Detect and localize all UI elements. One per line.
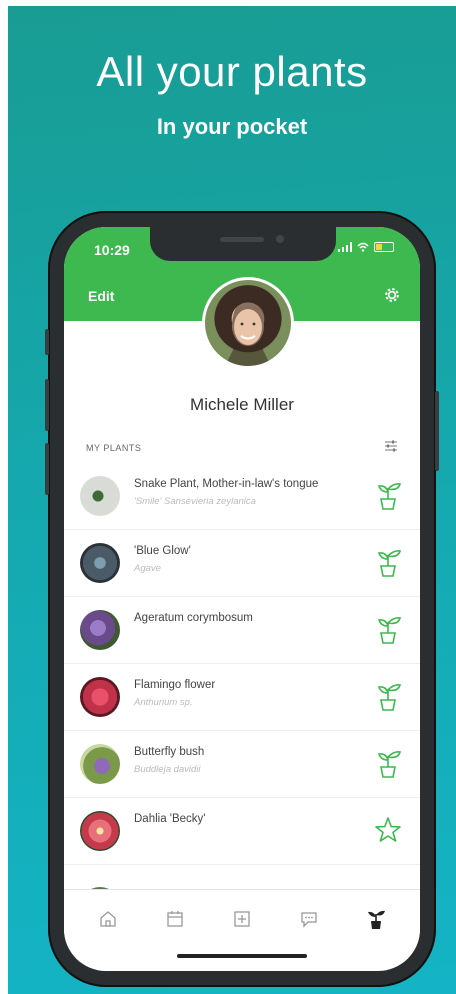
potted-plant-icon[interactable] — [374, 479, 402, 511]
plant-name: Flamingo flower — [134, 679, 216, 691]
list-item[interactable]: Ageratum corymbosum — [64, 597, 420, 664]
calendar-icon — [167, 910, 183, 927]
add-icon — [234, 910, 250, 927]
tab-bar — [64, 889, 420, 947]
volume-up-button — [45, 379, 49, 431]
profile-name: Michele Miller — [190, 395, 294, 414]
avatar-photo — [225, 299, 271, 366]
plant-scientific-name: Agave — [134, 563, 161, 574]
plant-scientific-name: 'Smile' Sansevieria zeylanica — [134, 496, 256, 507]
home-indicator — [177, 954, 307, 958]
tab-messages[interactable] — [297, 907, 321, 931]
plant-name: Dahlia 'Becky' — [134, 813, 206, 825]
list-item[interactable]: 'Blue Glow' Agave — [64, 530, 420, 597]
plant-name: Butterfly bush — [134, 746, 205, 758]
plant-icon — [368, 910, 386, 929]
phone-notch — [150, 227, 336, 261]
potted-plant-icon[interactable] — [374, 613, 402, 645]
tab-my-plants[interactable] — [364, 907, 388, 931]
plant-thumbnail — [80, 677, 120, 717]
tab-add[interactable] — [230, 907, 254, 931]
list-item[interactable]: Snake Plant, Mother-in-law's tongue 'Smi… — [64, 463, 420, 530]
plant-name: Ageratum corymbosum — [134, 612, 253, 624]
plant-list: Snake Plant, Mother-in-law's tongue 'Smi… — [64, 463, 420, 931]
volume-down-button — [45, 443, 49, 495]
plant-name: Snake Plant, Mother-in-law's tongue — [134, 478, 319, 490]
home-icon — [99, 910, 116, 927]
list-item[interactable]: Butterfly bush Buddleja davidii — [64, 731, 420, 798]
filter-sliders-icon[interactable] — [384, 439, 398, 453]
mute-switch — [45, 329, 49, 355]
plant-name: 'Blue Glow' — [134, 545, 191, 557]
potted-plant-icon[interactable] — [374, 680, 402, 712]
gear-icon[interactable] — [382, 285, 402, 305]
promo-headline: All your plants — [96, 48, 368, 95]
plant-thumbnail — [80, 744, 120, 784]
plant-scientific-name: Anthurium sp. — [134, 697, 193, 708]
phone-frame: 10:29 Edit Michele Miller MY PLANTS Snak… — [45, 211, 439, 987]
tab-calendar[interactable] — [163, 907, 187, 931]
status-icons — [338, 242, 394, 252]
list-item[interactable]: Flamingo flower Anthurium sp. — [64, 664, 420, 731]
potted-plant-icon[interactable] — [374, 747, 402, 779]
chat-icon — [301, 911, 317, 928]
front-camera — [276, 235, 284, 243]
promo-background: All your plants In your pocket 10:29 Edi… — [8, 6, 456, 994]
app-screen: 10:29 Edit Michele Miller MY PLANTS Snak… — [64, 227, 420, 971]
battery-icon — [374, 242, 394, 252]
plant-thumbnail — [80, 476, 120, 516]
wifi-icon — [357, 242, 369, 252]
status-time: 10:29 — [94, 242, 130, 258]
potted-plant-icon[interactable] — [374, 546, 402, 578]
list-item[interactable]: Dahlia 'Becky' — [64, 798, 420, 865]
plant-thumbnail — [80, 543, 120, 583]
promo-subheadline: In your pocket — [156, 114, 308, 139]
speaker-grille — [220, 237, 264, 242]
section-label: MY PLANTS — [86, 443, 142, 453]
avatar[interactable] — [202, 277, 294, 369]
power-button — [435, 391, 439, 471]
edit-button[interactable]: Edit — [88, 288, 114, 304]
plant-scientific-name: Buddleja davidii — [134, 764, 201, 775]
plant-thumbnail — [80, 610, 120, 650]
star-icon[interactable] — [374, 814, 402, 846]
signal-icon — [338, 242, 352, 252]
tab-home[interactable] — [96, 907, 120, 931]
plant-thumbnail — [80, 811, 120, 851]
